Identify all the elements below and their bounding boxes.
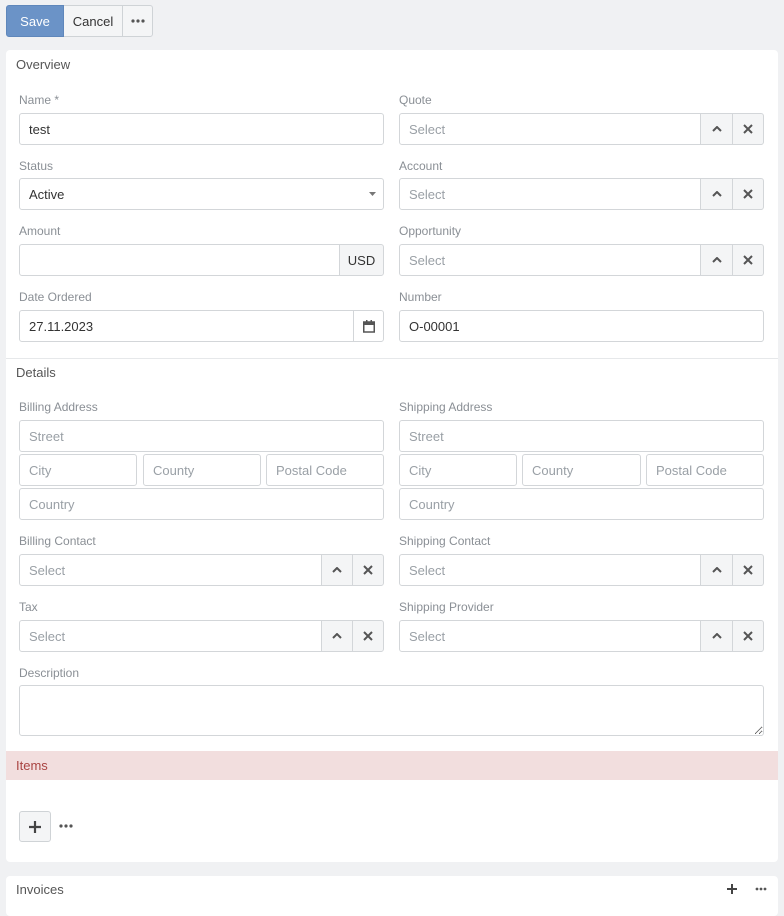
chevron-up-icon [711,191,722,197]
billing-street-field[interactable]: Street [19,420,384,452]
date-ordered-field[interactable]: 27.11.2023 [19,310,354,342]
ellipsis-icon [755,887,767,891]
chevron-up-icon [332,567,342,573]
close-icon [743,124,753,134]
amount-label: Amount [19,224,61,238]
close-icon [363,565,373,575]
chevron-up-icon [332,633,342,639]
quote-clear-button[interactable] [732,113,764,145]
quote-select[interactable]: Select [399,113,701,145]
shipping-city-field[interactable]: City [399,454,517,486]
status-label: Status [19,159,54,173]
close-icon [743,255,753,265]
details-title: Details [16,365,56,380]
save-button[interactable]: Save [6,5,64,37]
calendar-icon [362,319,375,333]
overview-title: Overview [16,57,71,72]
shipping-country-field[interactable]: Country [399,488,764,520]
date-ordered-label: Date Ordered [19,290,92,304]
quote-label: Quote [399,93,432,107]
items-title: Items [16,758,48,773]
name-label: Name * [19,93,60,107]
billing-contact-select-button[interactable] [321,554,353,586]
shipping-contact-clear-button[interactable] [732,554,764,586]
shipping-contact-select[interactable]: Select [399,554,701,586]
caret-down-icon [369,192,376,196]
status-select[interactable]: Active [19,178,384,210]
account-label: Account [399,159,443,173]
shipping-address-label: Shipping Address [399,400,493,414]
section-divider [6,358,778,359]
number-field[interactable]: O-00001 [399,310,764,342]
shipping-county-field[interactable]: County [522,454,641,486]
billing-contact-select[interactable]: Select [19,554,322,586]
plus-icon [29,820,41,833]
close-icon [363,631,373,641]
add-invoice-button[interactable] [727,884,737,894]
chevron-up-icon [711,257,722,263]
tax-select-button[interactable] [321,620,353,652]
description-field[interactable] [19,685,764,736]
billing-postal-code-field[interactable]: Postal Code [266,454,384,486]
shipping-contact-select-button[interactable] [700,554,733,586]
add-item-button[interactable] [19,811,51,842]
billing-contact-label: Billing Contact [19,534,96,548]
shipping-provider-select-button[interactable] [700,620,733,652]
name-field[interactable]: test [19,113,384,145]
invoices-panel [6,876,778,916]
account-select[interactable]: Select [399,178,701,210]
tax-select[interactable]: Select [19,620,322,652]
invoices-title: Invoices [16,882,64,897]
billing-city-field[interactable]: City [19,454,137,486]
chevron-up-icon [711,126,722,132]
account-select-button[interactable] [700,178,733,210]
description-label: Description [19,666,80,680]
close-icon [743,565,753,575]
shipping-provider-clear-button[interactable] [732,620,764,652]
items-header: Items [6,751,778,780]
ellipsis-icon [130,19,145,23]
shipping-postal-code-field[interactable]: Postal Code [646,454,764,486]
shipping-street-field[interactable]: Street [399,420,764,452]
more-actions-button[interactable] [122,5,153,37]
amount-field[interactable] [19,244,340,276]
opportunity-label: Opportunity [399,224,462,238]
billing-county-field[interactable]: County [143,454,261,486]
opportunity-select-button[interactable] [700,244,733,276]
status-value: Active [29,186,65,202]
opportunity-clear-button[interactable] [732,244,764,276]
shipping-provider-label: Shipping Provider [399,600,494,614]
number-label: Number [399,290,442,304]
billing-address-label: Billing Address [19,400,98,414]
calendar-button[interactable] [353,310,384,342]
chevron-up-icon [711,633,722,639]
tax-clear-button[interactable] [352,620,384,652]
items-more-button[interactable] [59,824,73,828]
plus-icon [727,884,737,894]
billing-country-field[interactable]: Country [19,488,384,520]
shipping-provider-select[interactable]: Select [399,620,701,652]
cancel-button[interactable]: Cancel [64,5,123,37]
shipping-contact-label: Shipping Contact [399,534,491,548]
currency-select[interactable]: USD [339,244,384,276]
ellipsis-icon [59,824,73,828]
quote-select-button[interactable] [700,113,733,145]
chevron-up-icon [711,567,722,573]
close-icon [743,189,753,199]
close-icon [743,631,753,641]
billing-contact-clear-button[interactable] [352,554,384,586]
invoices-more-button[interactable] [755,887,767,891]
tax-label: Tax [19,600,38,614]
account-clear-button[interactable] [732,178,764,210]
opportunity-select[interactable]: Select [399,244,701,276]
